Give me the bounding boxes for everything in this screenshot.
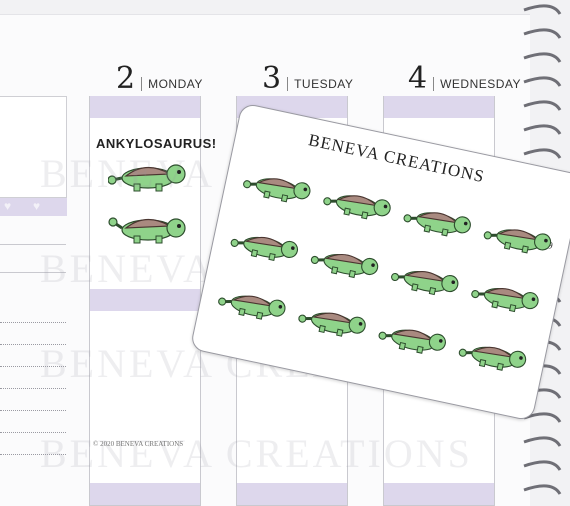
- day-header-wednesday: 4 WEDNESDAY: [408, 62, 521, 94]
- purple-band: [90, 483, 200, 505]
- purple-band: [384, 96, 494, 118]
- ankylosaurus-sticker: [400, 203, 474, 242]
- ankylosaurus-sticker: [108, 217, 186, 244]
- ankylosaurus-sticker: [388, 262, 461, 301]
- purple-band: [384, 483, 494, 505]
- day-name: TUESDAY: [287, 77, 353, 91]
- purple-band: [237, 483, 347, 505]
- ankylosaurus-sticker: [375, 320, 449, 360]
- day-number: 4: [408, 61, 428, 96]
- ankylosaurus-sticker: [295, 303, 369, 343]
- day-number: 2: [116, 61, 136, 96]
- ankylosaurus-sticker: [468, 279, 542, 318]
- left-dotted-line: [0, 322, 66, 323]
- left-dotted-line: [0, 388, 66, 389]
- heart-icon: ♥: [33, 199, 41, 213]
- ankylosaurus-sticker: [320, 186, 394, 225]
- day-header-tuesday: 3 TUESDAY: [262, 62, 353, 94]
- purple-band: [90, 96, 200, 118]
- purple-band: [90, 289, 200, 311]
- day-header-monday: 2 MONDAY: [116, 62, 203, 94]
- ankylosaurus-sticker: [455, 337, 529, 377]
- ankylosaurus-sticker: [308, 245, 381, 284]
- day-number: 3: [262, 61, 282, 96]
- day-name: WEDNESDAY: [433, 77, 521, 91]
- ankylosaurus-sticker: [480, 220, 554, 259]
- ankylosaurus-sticker: [240, 169, 313, 208]
- copyright-text: © 2020 BENEVA CREATIONS: [93, 440, 184, 448]
- monday-note-text: ANKYLOSAURUS!: [96, 136, 217, 151]
- ankylosaurus-sticker: [227, 227, 301, 267]
- ankylosaurus-sticker: [215, 286, 288, 325]
- left-dotted-line: [0, 410, 66, 411]
- day-name: MONDAY: [141, 77, 203, 91]
- watermark: BENEVA CREATIONS: [40, 431, 473, 476]
- heart-icon: ♥: [4, 199, 12, 213]
